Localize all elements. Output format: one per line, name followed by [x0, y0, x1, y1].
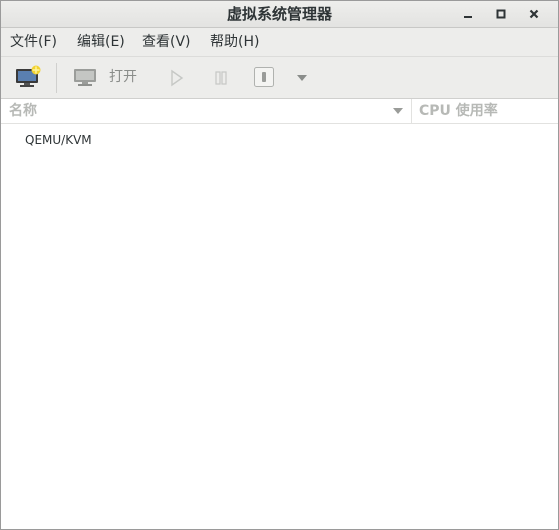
new-vm-button[interactable] — [13, 64, 43, 90]
power-icon — [254, 67, 274, 87]
connection-label: QEMU/KVM — [25, 133, 92, 147]
menu-view[interactable]: 查看(V) — [142, 28, 191, 56]
close-button[interactable] — [521, 1, 547, 27]
monitor-icon — [74, 69, 96, 86]
new-vm-monitor-icon — [16, 65, 41, 87]
minimize-button[interactable] — [455, 1, 481, 27]
open-vm-button[interactable] — [71, 65, 99, 89]
menu-edit[interactable]: 编辑(E) — [77, 28, 125, 56]
close-icon — [529, 9, 539, 19]
column-divider[interactable] — [411, 99, 412, 123]
shutdown-menu-button[interactable] — [293, 69, 311, 87]
pause-icon — [215, 71, 227, 85]
column-header: 名称 CPU 使用率 — [1, 99, 558, 124]
maximize-icon — [496, 9, 506, 19]
play-icon — [171, 69, 184, 87]
menu-file[interactable]: 文件(F) — [10, 28, 57, 56]
toolbar-separator — [56, 63, 57, 93]
app-window: 虚拟系统管理器 文件(F) 编辑(E) 查看(V) 帮助(H) 打开 名称 CP… — [0, 0, 559, 530]
title-bar[interactable]: 虚拟系统管理器 — [1, 1, 558, 28]
list-item[interactable]: QEMU/KVM — [1, 131, 558, 149]
shutdown-button[interactable] — [252, 65, 276, 89]
menu-help[interactable]: 帮助(H) — [210, 28, 259, 56]
run-button[interactable] — [165, 67, 189, 89]
minimize-icon — [464, 16, 472, 18]
dropdown-arrow-icon — [297, 75, 307, 81]
column-cpu-usage[interactable]: CPU 使用率 — [419, 99, 498, 123]
column-name[interactable]: 名称 — [9, 99, 37, 123]
maximize-button[interactable] — [488, 1, 514, 27]
connection-list[interactable]: QEMU/KVM — [1, 124, 558, 529]
toolbar: 打开 — [1, 57, 558, 99]
menu-bar: 文件(F) 编辑(E) 查看(V) 帮助(H) — [1, 28, 558, 57]
pause-button[interactable] — [209, 67, 233, 89]
open-vm-label[interactable]: 打开 — [109, 57, 137, 98]
sort-arrow-icon[interactable] — [392, 107, 404, 115]
